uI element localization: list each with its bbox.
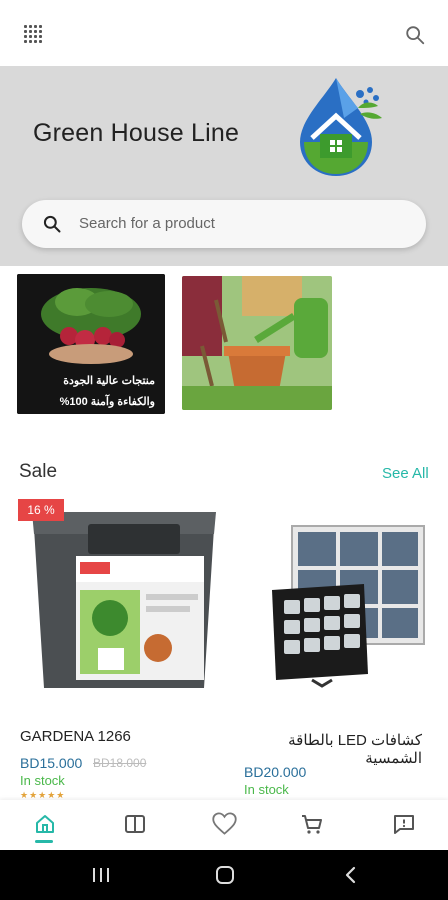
product-price: BD20.000 <box>244 764 307 780</box>
top-bar <box>0 0 448 66</box>
active-tab-indicator <box>35 840 53 843</box>
home-icon[interactable] <box>33 812 57 836</box>
discount-badge: 16 % <box>18 499 64 521</box>
menu-grid-icon[interactable] <box>24 25 42 43</box>
product-price: BD15.000 <box>20 755 83 771</box>
product-old-price: BD18.000 <box>93 756 147 770</box>
search-icon[interactable] <box>404 24 426 46</box>
recent-apps-icon[interactable] <box>90 865 112 885</box>
product-image-solar-led[interactable] <box>262 520 432 688</box>
bottom-navigation <box>0 800 448 850</box>
stock-status: In stock <box>244 782 289 797</box>
garden-tools-photo <box>182 276 332 410</box>
brand-title: Green House Line <box>33 119 240 147</box>
banner-text-line2: والكفاءة وآمنة 100% <box>59 396 155 408</box>
cart-icon[interactable] <box>300 812 324 836</box>
sale-section-title: Sale <box>19 461 58 482</box>
product-search-bar[interactable]: Search for a product <box>22 200 426 248</box>
heart-icon[interactable] <box>211 810 238 837</box>
promo-banner-quality[interactable]: منتجات عالية الجودة والكفاءة وآمنة 100% <box>17 274 165 414</box>
message-icon[interactable] <box>392 812 416 836</box>
see-all-link[interactable]: See All <box>382 465 429 482</box>
house-drop-logo-icon <box>300 78 382 176</box>
search-icon <box>43 215 61 233</box>
back-icon[interactable] <box>340 865 362 885</box>
book-icon[interactable] <box>123 812 147 836</box>
product-image-gardena[interactable] <box>18 498 230 710</box>
search-placeholder: Search for a product <box>79 215 215 232</box>
vegetables-photo <box>17 274 165 414</box>
banner-text-line1: منتجات عالية الجودة <box>63 375 155 387</box>
home-button-icon[interactable] <box>214 865 236 885</box>
product-name[interactable]: كشافات LED بالطاقة الشمسية <box>244 731 422 767</box>
promo-banner-tools[interactable] <box>182 276 332 410</box>
system-navigation-bar <box>0 850 448 900</box>
product-name[interactable]: GARDENA 1266 <box>20 728 131 745</box>
stock-status: In stock <box>20 773 65 788</box>
